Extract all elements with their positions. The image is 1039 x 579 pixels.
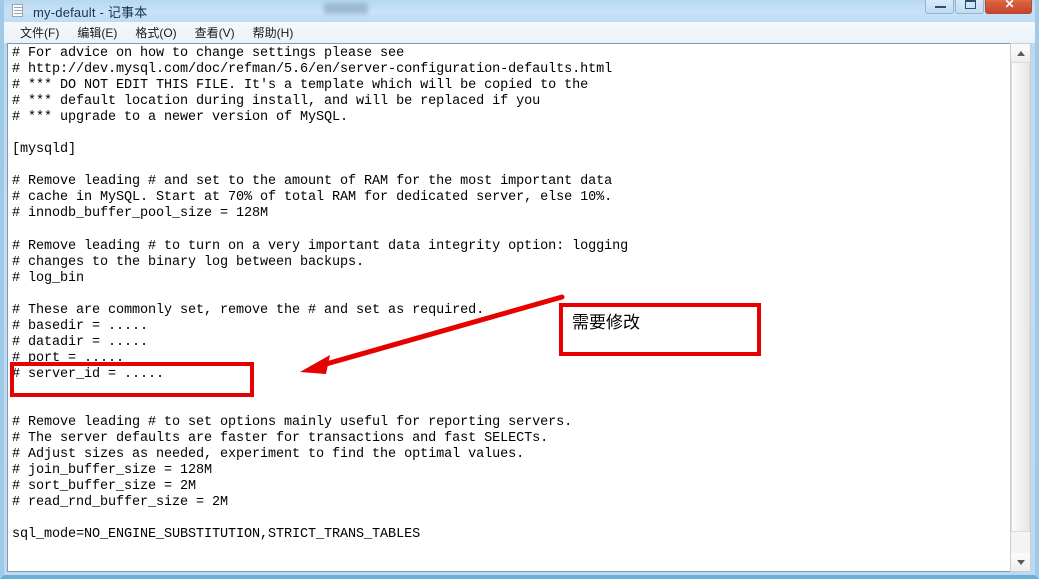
notepad-window: my-default - 记事本 ✕ 文件(F) 编辑(E) 格式(O) 查看(… — [0, 0, 1039, 579]
window-title: my-default - 记事本 — [33, 4, 148, 20]
title-bar[interactable]: my-default - 记事本 — [4, 0, 1035, 22]
close-button[interactable]: ✕ — [985, 0, 1032, 14]
maximize-icon — [965, 0, 976, 9]
scroll-down-icon — [1016, 559, 1025, 565]
annotation-note-label: 需要修改 — [572, 313, 640, 333]
minimize-icon — [935, 6, 946, 8]
scroll-down-button[interactable] — [1011, 553, 1030, 571]
editor-text: # For advice on how to change settings p… — [12, 46, 629, 543]
minimize-button[interactable] — [925, 0, 954, 14]
window-controls: ✕ — [924, 0, 1032, 14]
highlight-rectangle-basedir-datadir — [10, 362, 254, 397]
vertical-scrollbar[interactable] — [1010, 43, 1031, 572]
scroll-up-icon — [1016, 50, 1025, 56]
scrollbar-track[interactable] — [1011, 62, 1030, 553]
menu-file[interactable]: 文件(F) — [11, 22, 68, 44]
menu-edit[interactable]: 编辑(E) — [68, 22, 126, 44]
menu-help[interactable]: 帮助(H) — [244, 22, 303, 44]
close-icon: ✕ — [1004, 0, 1015, 11]
annotation-note-box: 需要修改 — [559, 303, 761, 356]
notepad-document-icon — [10, 3, 26, 19]
maximize-button[interactable] — [955, 0, 984, 14]
text-editor-area[interactable]: # For advice on how to change settings p… — [7, 43, 1018, 572]
scrollbar-thumb[interactable] — [1011, 62, 1030, 532]
menu-format[interactable]: 格式(O) — [126, 22, 185, 44]
menu-bar: 文件(F) 编辑(E) 格式(O) 查看(V) 帮助(H) — [4, 22, 1035, 44]
menu-view[interactable]: 查看(V) — [186, 22, 244, 44]
scroll-up-button[interactable] — [1011, 44, 1030, 62]
redacted-watermark — [324, 3, 368, 14]
